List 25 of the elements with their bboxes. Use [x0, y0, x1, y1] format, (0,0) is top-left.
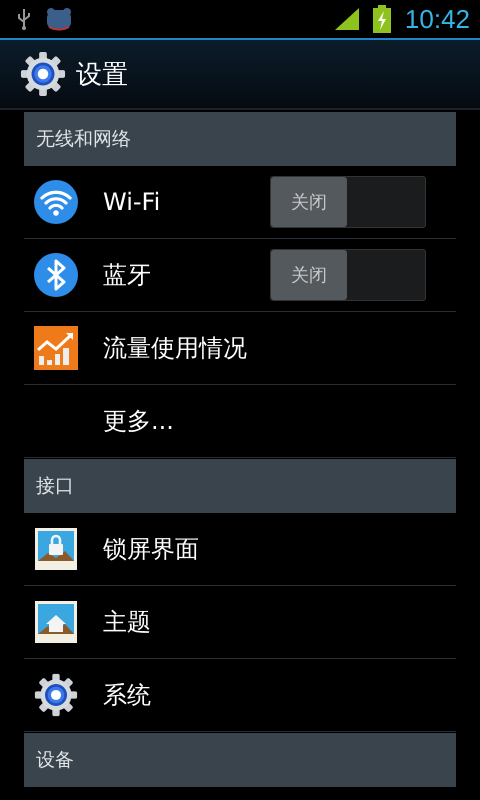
- battery-charging-icon: [372, 5, 391, 33]
- signal-icon: [334, 8, 359, 30]
- screen-title: 设置: [76, 58, 128, 92]
- section-header: 接口: [24, 459, 456, 513]
- settings-item[interactable]: 主题: [24, 586, 456, 659]
- toggle-switch[interactable]: 关闭: [270, 176, 426, 228]
- usb-icon: [16, 8, 32, 30]
- bear-badge-icon: [46, 7, 72, 31]
- gear-icon: [34, 673, 78, 717]
- lock-picture-icon: [34, 527, 78, 571]
- toggle-switch[interactable]: 关闭: [270, 249, 426, 301]
- settings-item[interactable]: 系统: [24, 659, 456, 732]
- bluetooth-icon: [34, 253, 78, 297]
- settings-item[interactable]: 更多...: [24, 385, 456, 458]
- chart-icon: [34, 326, 78, 370]
- section-header: 无线和网络: [24, 112, 456, 166]
- clock-time: 10:42: [404, 4, 470, 34]
- settings-item[interactable]: 蓝牙 关闭: [24, 239, 456, 312]
- section-header: 设备: [24, 733, 456, 787]
- wifi-icon: [34, 180, 78, 224]
- settings-item[interactable]: 锁屏界面: [24, 513, 456, 586]
- home-picture-icon: [34, 600, 78, 644]
- settings-item[interactable]: Wi-Fi 关闭: [24, 166, 456, 239]
- settings-icon: [20, 51, 66, 97]
- settings-item[interactable]: 流量使用情况: [24, 312, 456, 385]
